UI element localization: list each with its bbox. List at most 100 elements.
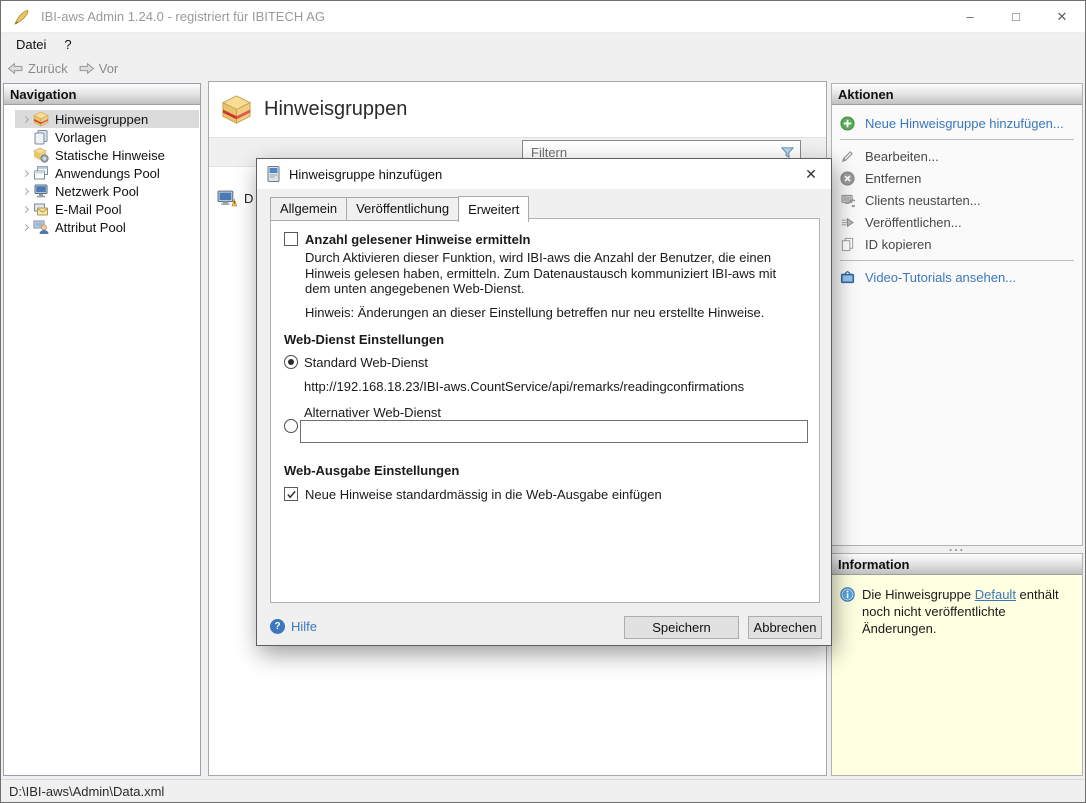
navigation-list: Hinweisgruppen Vorlagen Statische Hinwei… xyxy=(4,105,200,236)
weboutput-checkbox-label[interactable]: Neue Hinweise standardmässig in die Web-… xyxy=(305,487,662,502)
action-publish[interactable]: Veröffentlichen... xyxy=(832,211,1082,233)
nav-toolbar: Zurück Vor xyxy=(1,56,1085,81)
help-icon: ? xyxy=(270,619,285,634)
maximize-button[interactable]: □ xyxy=(993,1,1039,33)
window-title: IBI-aws Admin 1.24.0 - registriert für I… xyxy=(41,9,325,24)
action-edit[interactable]: Bearbeiten... xyxy=(832,145,1082,167)
chevron-right-icon[interactable] xyxy=(18,202,32,216)
add-icon xyxy=(840,116,855,131)
actions-panel: Aktionen Neue Hinweisgruppe hinzufügen..… xyxy=(831,83,1083,546)
actions-header: Aktionen xyxy=(832,84,1082,105)
templates-icon xyxy=(33,129,49,145)
menu-datei[interactable]: Datei xyxy=(7,35,55,54)
count-note: Hinweis: Änderungen an dieser Einstellun… xyxy=(305,305,764,320)
webservice-section-label: Web-Dienst Einstellungen xyxy=(284,332,444,347)
help-link[interactable]: ? Hilfe xyxy=(270,619,317,634)
action-restart-clients[interactable]: Clients neustarten... xyxy=(832,189,1082,211)
count-checkbox-label[interactable]: Anzahl gelesener Hinweise ermitteln xyxy=(305,232,530,247)
alternative-webservice-input[interactable] xyxy=(300,420,808,443)
network-pool-icon xyxy=(33,183,49,199)
action-copy-id[interactable]: ID kopieren xyxy=(832,233,1082,255)
sidebar-item-label: Statische Hinweise xyxy=(55,148,165,163)
chevron-right-icon[interactable] xyxy=(18,184,32,198)
default-group-link[interactable]: Default xyxy=(975,587,1016,602)
tab-allgemein[interactable]: Allgemein xyxy=(270,197,347,221)
menu-help[interactable]: ? xyxy=(55,35,80,54)
tab-veroeffentlichung[interactable]: Veröffentlichung xyxy=(346,197,459,221)
standard-webservice-label[interactable]: Standard Web-Dienst xyxy=(304,355,428,370)
action-remove[interactable]: Entfernen xyxy=(832,167,1082,189)
package-icon-large xyxy=(221,94,252,125)
sidebar-item-label: Anwendungs Pool xyxy=(55,166,160,181)
alternative-webservice-radio[interactable] xyxy=(284,419,298,433)
weboutput-section-label: Web-Ausgabe Einstellungen xyxy=(284,463,459,478)
divider xyxy=(840,139,1074,140)
count-checkbox[interactable] xyxy=(284,232,298,246)
application-pool-icon xyxy=(33,165,49,181)
forward-arrow-icon xyxy=(78,60,95,77)
save-button[interactable]: Speichern xyxy=(624,616,739,639)
information-header: Information xyxy=(832,554,1082,575)
cancel-button[interactable]: Abbrechen xyxy=(748,616,822,639)
standard-webservice-radio[interactable] xyxy=(284,355,298,369)
sidebar-item-attribut-pool[interactable]: Attribut Pool xyxy=(15,218,199,236)
chevron-right-icon[interactable] xyxy=(18,220,32,234)
info-icon xyxy=(840,587,855,602)
sidebar-item-label: Netzwerk Pool xyxy=(55,184,139,199)
sidebar-item-hinweisgruppen[interactable]: Hinweisgruppen xyxy=(15,110,199,128)
action-add-group[interactable]: Neue Hinweisgruppe hinzufügen... xyxy=(832,112,1082,134)
dialog-close-icon[interactable]: ✕ xyxy=(791,159,831,189)
group-list-row[interactable]: D xyxy=(217,190,253,207)
sidebar-item-statische-hinweise[interactable]: Statische Hinweise xyxy=(15,146,199,164)
dialog-title-bar: Hinweisgruppe hinzufügen ✕ xyxy=(257,159,831,189)
menu-bar: Datei ? xyxy=(1,33,1085,56)
check-icon xyxy=(286,489,297,500)
title-bar: IBI-aws Admin 1.24.0 - registriert für I… xyxy=(1,1,1085,33)
group-warning-icon xyxy=(217,190,237,207)
sidebar-item-label: E-Mail Pool xyxy=(55,202,121,217)
app-window: IBI-aws Admin 1.24.0 - registriert für I… xyxy=(0,0,1086,803)
navigation-header: Navigation xyxy=(4,84,200,105)
forward-button[interactable]: Vor xyxy=(78,60,119,77)
minimize-button[interactable]: – xyxy=(947,1,993,33)
panel-splitter-grip[interactable]: ... xyxy=(831,541,1083,553)
count-description: Durch Aktivieren dieser Funktion, wird I… xyxy=(305,250,797,297)
video-icon xyxy=(840,270,855,285)
dialog-icon xyxy=(267,166,280,182)
data-file-path: D:\IBI-aws\Admin\Data.xml xyxy=(9,784,164,799)
page-title-row: Hinweisgruppen xyxy=(221,94,407,125)
app-icon xyxy=(13,8,31,26)
email-pool-icon xyxy=(33,201,49,217)
close-button[interactable]: ✕ xyxy=(1039,1,1085,33)
static-remarks-icon xyxy=(33,147,49,163)
weboutput-checkbox[interactable] xyxy=(284,487,298,501)
standard-webservice-url: http://192.168.18.23/IBI-aws.CountServic… xyxy=(304,379,744,394)
sidebar-item-vorlagen[interactable]: Vorlagen xyxy=(15,128,199,146)
information-panel: Information Die Hinweisgruppe Default en… xyxy=(831,553,1083,776)
attribute-pool-icon xyxy=(33,219,49,235)
information-text: Die Hinweisgruppe Default enthält noch n… xyxy=(862,586,1070,637)
group-row-label: D xyxy=(244,191,253,206)
sidebar-item-anwendungs-pool[interactable]: Anwendungs Pool xyxy=(15,164,199,182)
sidebar-item-email-pool[interactable]: E-Mail Pool xyxy=(15,200,199,218)
chevron-right-icon[interactable] xyxy=(18,112,32,126)
tab-page-erweitert: Anzahl gelesener Hinweise ermitteln Durc… xyxy=(270,218,820,603)
tab-erweitert[interactable]: Erweitert xyxy=(458,196,529,222)
sidebar-item-label: Hinweisgruppen xyxy=(55,112,148,127)
sidebar-item-netzwerk-pool[interactable]: Netzwerk Pool xyxy=(15,182,199,200)
sidebar-item-label: Attribut Pool xyxy=(55,220,126,235)
status-bar: D:\IBI-aws\Admin\Data.xml xyxy=(1,779,1085,803)
package-icon xyxy=(33,111,49,127)
divider xyxy=(840,260,1074,261)
add-group-dialog: Hinweisgruppe hinzufügen ✕ Allgemein Ver… xyxy=(256,158,832,646)
navigation-panel: Navigation Hinweisgruppen Vorlagen Stati… xyxy=(3,83,201,776)
chevron-right-icon[interactable] xyxy=(18,166,32,180)
restart-clients-icon xyxy=(840,193,855,208)
back-button[interactable]: Zurück xyxy=(7,60,68,77)
page-title: Hinweisgruppen xyxy=(264,98,407,121)
copy-icon xyxy=(840,237,855,252)
alternative-webservice-label[interactable]: Alternativer Web-Dienst xyxy=(304,405,441,420)
action-video-tutorials[interactable]: Video-Tutorials ansehen... xyxy=(832,266,1082,288)
dialog-tabs: Allgemein Veröffentlichung Erweitert xyxy=(270,196,528,221)
back-arrow-icon xyxy=(7,60,24,77)
